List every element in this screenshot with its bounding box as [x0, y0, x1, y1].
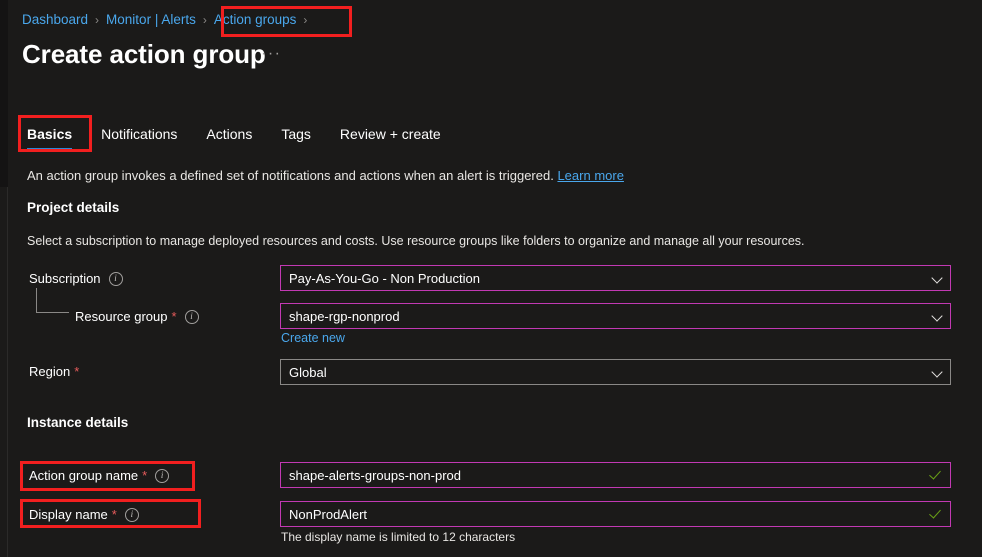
- label-action-group-name-text: Action group name: [29, 468, 139, 483]
- breadcrumb-item-monitor-alerts[interactable]: Monitor | Alerts: [106, 11, 196, 29]
- subscription-resourcegroup-connector: [36, 288, 69, 313]
- display-name-hint: The display name is limited to 12 charac…: [281, 530, 516, 544]
- section-heading-project-details: Project details: [27, 200, 120, 215]
- region-value: Global: [289, 364, 327, 380]
- label-subscription: Subscription i: [29, 270, 123, 287]
- create-new-resource-group-link[interactable]: Create new: [281, 330, 345, 346]
- breadcrumb-item-action-groups[interactable]: Action groups: [214, 11, 297, 29]
- info-icon[interactable]: i: [124, 507, 139, 522]
- label-display-name: Display name * i: [29, 506, 139, 523]
- subscription-value: Pay-As-You-Go - Non Production: [289, 270, 481, 286]
- tab-notifications[interactable]: Notifications: [101, 125, 177, 150]
- label-subscription-text: Subscription: [29, 271, 101, 286]
- required-asterisk: *: [111, 507, 117, 522]
- checkmark-icon: [930, 468, 944, 482]
- learn-more-link[interactable]: Learn more: [557, 168, 623, 183]
- checkmark-icon: [930, 507, 944, 521]
- breadcrumb-separator-icon: ›: [303, 13, 308, 27]
- resource-group-value: shape-rgp-nonprod: [289, 308, 400, 324]
- info-icon[interactable]: i: [184, 309, 199, 324]
- tab-tags[interactable]: Tags: [281, 125, 311, 150]
- page-title: Create action group: [22, 39, 266, 69]
- left-content-divider: [0, 187, 8, 557]
- required-asterisk: *: [142, 468, 148, 483]
- breadcrumb-separator-icon: ›: [95, 13, 100, 27]
- tab-bar: Basics Notifications Actions Tags Review…: [27, 120, 470, 150]
- info-icon[interactable]: i: [155, 468, 170, 483]
- section-heading-instance-details: Instance details: [27, 415, 129, 430]
- label-region: Region *: [29, 363, 79, 380]
- label-region-text: Region: [29, 364, 71, 379]
- breadcrumb: Dashboard › Monitor | Alerts › Action gr…: [22, 11, 314, 29]
- tab-actions[interactable]: Actions: [206, 125, 252, 150]
- chevron-down-icon: [933, 273, 944, 284]
- action-group-name-value: shape-alerts-groups-non-prod: [289, 467, 461, 483]
- label-resource-group-text: Resource group: [75, 309, 168, 324]
- chevron-down-icon: [933, 311, 944, 322]
- breadcrumb-item-dashboard[interactable]: Dashboard: [22, 11, 88, 29]
- breadcrumb-separator-icon: ›: [202, 13, 207, 27]
- label-display-name-text: Display name: [29, 507, 108, 522]
- display-name-value: NonProdAlert: [289, 506, 368, 522]
- label-resource-group: Resource group * i: [75, 308, 199, 325]
- overflow-menu-button[interactable]: ···: [261, 45, 281, 63]
- resource-group-dropdown[interactable]: shape-rgp-nonprod: [280, 303, 951, 329]
- tab-review-create[interactable]: Review + create: [340, 125, 441, 150]
- action-group-name-input[interactable]: shape-alerts-groups-non-prod: [280, 462, 951, 488]
- project-details-description: Select a subscription to manage deployed…: [27, 234, 805, 248]
- tab-basics[interactable]: Basics: [27, 125, 73, 150]
- subscription-dropdown[interactable]: Pay-As-You-Go - Non Production: [280, 265, 951, 291]
- display-name-input[interactable]: NonProdAlert: [280, 501, 951, 527]
- region-dropdown[interactable]: Global: [280, 359, 951, 385]
- intro-sentence: An action group invokes a defined set of…: [27, 168, 554, 183]
- info-icon[interactable]: i: [108, 271, 123, 286]
- label-action-group-name: Action group name * i: [29, 467, 170, 484]
- chevron-down-icon: [933, 367, 944, 378]
- required-asterisk: *: [74, 364, 80, 379]
- intro-text: An action group invokes a defined set of…: [27, 167, 624, 185]
- required-asterisk: *: [171, 309, 177, 324]
